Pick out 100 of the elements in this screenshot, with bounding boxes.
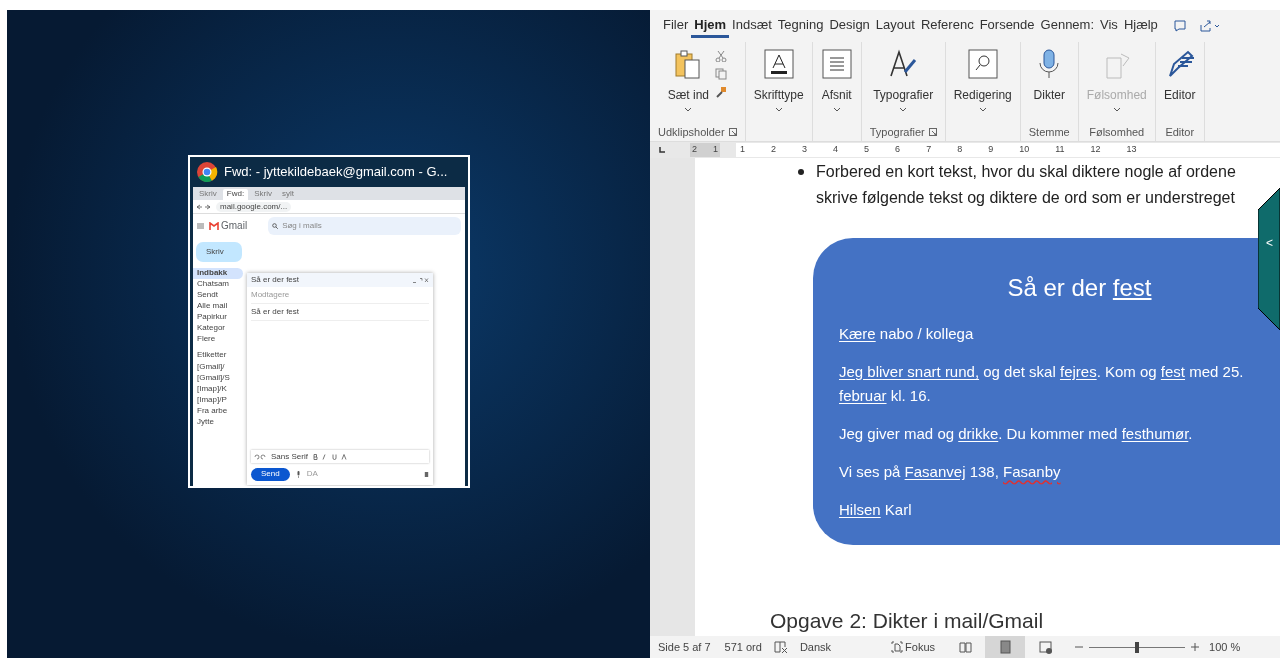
ribbon-tab[interactable]: Vis [1097, 14, 1121, 38]
search-icon [272, 223, 279, 229]
subject-field[interactable]: Så er der fest [251, 304, 429, 321]
ribbon-tab[interactable]: Hjem [691, 14, 730, 38]
send-button[interactable]: Send [251, 467, 290, 481]
body-text: skrive følgende tekst og diktere de ord som er understreget [816, 188, 1236, 208]
card-paragraph: Jeg giver mad og drikke. Du kommer med festhumør. [839, 424, 1194, 444]
book-icon [957, 640, 973, 654]
ruler-number: 12 [1090, 143, 1101, 157]
focus-icon [891, 641, 904, 653]
proofing-icon[interactable] [773, 641, 788, 653]
ribbon-tab[interactable]: Filer [660, 14, 692, 38]
nav-item[interactable]: Chatsam [193, 279, 245, 290]
ribbon-tab[interactable]: Forsende [976, 14, 1038, 38]
undo-redo-icon[interactable] [254, 453, 266, 460]
zoom-level[interactable]: 100 % [1209, 638, 1241, 656]
magnifier-icon [966, 48, 999, 80]
label-item[interactable]: [Imap]/K [193, 384, 245, 395]
nav-item[interactable]: Alle mail [193, 301, 245, 312]
group-label: Følsomhed [1089, 124, 1145, 140]
brush-icon[interactable] [715, 86, 727, 98]
ribbon-tab[interactable]: Hjælp [1120, 14, 1161, 38]
zoom-in-button[interactable] [1191, 643, 1200, 651]
zoom-slider[interactable] [1089, 641, 1186, 653]
address-bar[interactable]: mail.google.com/... [216, 201, 292, 212]
dialog-launcher-icon[interactable] [928, 128, 937, 136]
ribbon-button[interactable]: Editor [1163, 48, 1196, 123]
window-title: Fwd: - jyttekildebaek@gmail.com - G... [224, 163, 448, 182]
ribbon-button[interactable]: Dikter [1033, 48, 1066, 123]
dialog-launcher-icon[interactable] [728, 128, 737, 136]
trash-icon[interactable] [424, 471, 429, 477]
ribbon-tab[interactable]: Indsæt [729, 14, 775, 38]
ruler-number: 13 [1126, 143, 1137, 157]
side-panel-arrow[interactable]: < [1266, 234, 1273, 252]
ribbon-button[interactable]: Redigering [953, 48, 1012, 123]
view-button[interactable] [985, 636, 1026, 658]
card-paragraph: Hilsen Karl [839, 500, 913, 520]
label-item[interactable]: Jytte [193, 417, 245, 428]
language-status[interactable]: Dansk [799, 638, 832, 656]
zoom-thumb[interactable] [1135, 641, 1140, 653]
nav-item[interactable]: Papirkur [193, 312, 245, 323]
nav-item[interactable]: Indbakk [193, 268, 243, 279]
section-heading: Opgave 2: Dikter i mail/Gmail [770, 607, 1045, 634]
label-item[interactable]: [Gmail]/S [193, 373, 245, 384]
labels-heading: Etiketter [197, 350, 228, 360]
compose-title: Så er der fest [251, 275, 300, 285]
window-controls-icon[interactable] [413, 277, 429, 283]
label-item[interactable]: Fra arbe [193, 406, 245, 417]
ruler-number: 1 [713, 143, 719, 157]
ribbon-tab[interactable]: Tegning [774, 14, 827, 38]
ribbon-tab[interactable]: Design [826, 14, 873, 38]
bullet-icon [798, 169, 804, 175]
microphone-icon[interactable] [295, 470, 301, 478]
comment-icon[interactable] [1172, 19, 1187, 33]
web-page-icon [1037, 640, 1053, 654]
group-label: Editor [1165, 124, 1195, 140]
font-dropdown[interactable]: Sans Serif [271, 451, 308, 462]
navigation-arrows-icon[interactable] [196, 203, 212, 210]
card-paragraph: Kære nabo / kollega [839, 324, 975, 344]
label-item[interactable]: [Imap]/P [193, 395, 245, 406]
ruler-number: 10 [1019, 143, 1030, 157]
ruler-number: 4 [833, 143, 839, 157]
browser-tab[interactable]: sylt [277, 189, 298, 200]
ribbon-button[interactable]: Skrifttype [753, 48, 804, 123]
focus-button[interactable]: Fokus [891, 638, 936, 656]
group-label: Stemme [1028, 124, 1070, 140]
ribbon-button[interactable]: Afsnit [820, 48, 853, 123]
ribbon-tab[interactable]: Gennem: [1037, 14, 1098, 38]
text-format-icons[interactable] [312, 453, 349, 460]
group-label: Typografier [869, 124, 925, 140]
page-count[interactable]: Side 5 af 7 [658, 638, 711, 656]
card-paragraph: Jeg bliver snart rund, og det skal fejres. Kom og fest med 25. februar kl. 16. [839, 362, 1245, 406]
ruler-number: 6 [895, 143, 901, 157]
browser-tab[interactable]: Skriv [195, 189, 221, 200]
ruler-number: 2 [771, 143, 777, 157]
browser-tab[interactable]: Skriv [250, 189, 276, 200]
ribbon-button[interactable]: Typografier [873, 48, 934, 123]
nav-item[interactable]: Flere [193, 334, 245, 345]
paragraph-lines-icon [820, 48, 853, 80]
scissors-icon[interactable] [715, 50, 727, 62]
side-panel-tab[interactable] [1258, 188, 1280, 330]
compose-button[interactable]: Skriv [196, 242, 242, 262]
ribbon-tab[interactable]: Referenc [917, 14, 977, 38]
browser-icon [196, 161, 218, 183]
ribbon-button[interactable]: Sæt ind [667, 48, 709, 123]
ribbon-tab[interactable]: Layout [872, 14, 918, 38]
share-icon[interactable] [1198, 19, 1221, 33]
mail-logo-icon [209, 222, 219, 230]
ruler-number: 2 [692, 143, 697, 157]
nav-item[interactable]: Sendt [193, 290, 245, 301]
ruler-number: 3 [802, 143, 808, 157]
browser-tab[interactable]: Fwd: [222, 189, 249, 200]
word-count[interactable]: 571 ord [724, 638, 762, 656]
nav-item[interactable]: Kategor [193, 323, 245, 334]
ruler-number: 7 [926, 143, 932, 157]
bullet-item: Forbered en kort tekst, hvor du skal diktere nogle af ordene [816, 162, 1236, 182]
tab-selector-icon[interactable] [658, 146, 666, 154]
label-item[interactable]: [Gmail]/ [193, 362, 245, 373]
app-name: Gmail [221, 221, 248, 231]
ruler-number: 1 [740, 143, 746, 157]
